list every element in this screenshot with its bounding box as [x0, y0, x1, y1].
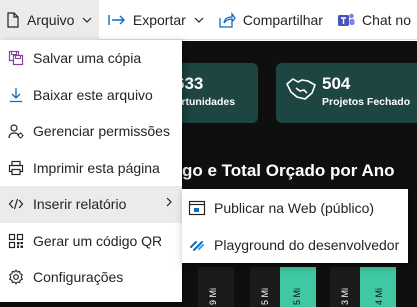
kpi-value: 504 — [322, 74, 351, 93]
chevron-down-icon — [83, 17, 92, 23]
chevron-down-icon — [194, 17, 204, 23]
power-bi-report-page: Arquivo Exportar Compartilhar Chat no 63… — [0, 0, 417, 307]
manage-permissions-icon — [8, 123, 24, 139]
menu-item-label: Inserir relatório — [33, 196, 127, 213]
menu-item-save-copy[interactable]: Salvar uma cópia — [0, 40, 182, 77]
bar-label: 9 Mi — [208, 287, 218, 305]
menu-item-label: Imprimir esta página — [33, 159, 160, 176]
chat-label: Chat no — [361, 11, 411, 28]
submenu-item-label: Publicar na Web (público) — [214, 199, 375, 216]
export-icon — [108, 14, 125, 25]
qr-code-icon — [8, 233, 24, 249]
file-icon — [7, 11, 19, 28]
kpi-caption: Projetos Fechado — [322, 96, 411, 108]
bar-label: 4 Mi — [374, 287, 384, 305]
bar-label: 5 Mi — [260, 287, 270, 305]
menu-item-manage-permissions[interactable]: Gerenciar permissões — [0, 113, 182, 150]
handshake-icon — [286, 78, 316, 100]
share-icon — [219, 11, 236, 28]
menu-item-print[interactable]: Imprimir esta página — [0, 150, 182, 187]
developer-playground-icon — [188, 237, 206, 253]
menu-item-label: Baixar este arquivo — [33, 86, 153, 103]
publish-web-icon — [188, 200, 206, 216]
gear-icon — [8, 269, 24, 285]
export-button[interactable]: Exportar — [102, 0, 210, 40]
download-icon — [8, 87, 24, 103]
chevron-right-icon — [166, 197, 172, 207]
share-button[interactable]: Compartilhar — [212, 0, 329, 40]
teams-icon — [337, 13, 355, 26]
submenu-item-label: Playground do desenvolvedor — [214, 236, 400, 253]
submenu-item-developer-playground[interactable]: Playground do desenvolvedor — [182, 226, 408, 263]
chart-title: go e Total Orçado por Ano — [182, 161, 395, 180]
kpi-caption: ortunidades — [175, 96, 236, 108]
bar-chart: 9 Mi 5 Mi 5 Mi 3 Mi 4 Mi — [190, 267, 417, 307]
submenu-item-publish-web[interactable]: Publicar na Web (público) — [182, 189, 408, 226]
menu-item-settings[interactable]: Configurações — [0, 259, 182, 296]
menu-item-label: Configurações — [33, 269, 124, 286]
share-label: Compartilhar — [242, 11, 323, 28]
embed-report-submenu: Publicar na Web (público) Playground do … — [182, 189, 408, 263]
chat-teams-button[interactable]: Chat no — [331, 0, 417, 40]
embed-code-icon — [8, 196, 24, 212]
file-menu-label: Arquivo — [27, 11, 75, 28]
top-toolbar: Arquivo Exportar Compartilhar Chat no — [0, 0, 417, 40]
export-label: Exportar — [132, 11, 186, 28]
print-icon — [8, 160, 24, 176]
kpi-card-closed-projects: 504 Projetos Fechado — [276, 63, 417, 123]
file-menu-button[interactable]: Arquivo — [0, 0, 99, 40]
menu-item-label: Salvar uma cópia — [33, 50, 142, 67]
menu-item-download[interactable]: Baixar este arquivo — [0, 77, 182, 114]
bar-label: 3 Mi — [340, 287, 350, 305]
menu-item-label: Gerenciar permissões — [33, 123, 170, 140]
save-copy-icon — [8, 50, 24, 66]
menu-item-qr-code[interactable]: Gerar um código QR — [0, 223, 182, 260]
bar-label: 5 Mi — [292, 287, 302, 305]
menu-item-embed-report[interactable]: Inserir relatório — [0, 186, 182, 223]
file-dropdown-menu: Salvar uma cópia Baixar este arquivo Ger… — [0, 40, 182, 302]
menu-item-label: Gerar um código QR — [33, 232, 163, 249]
